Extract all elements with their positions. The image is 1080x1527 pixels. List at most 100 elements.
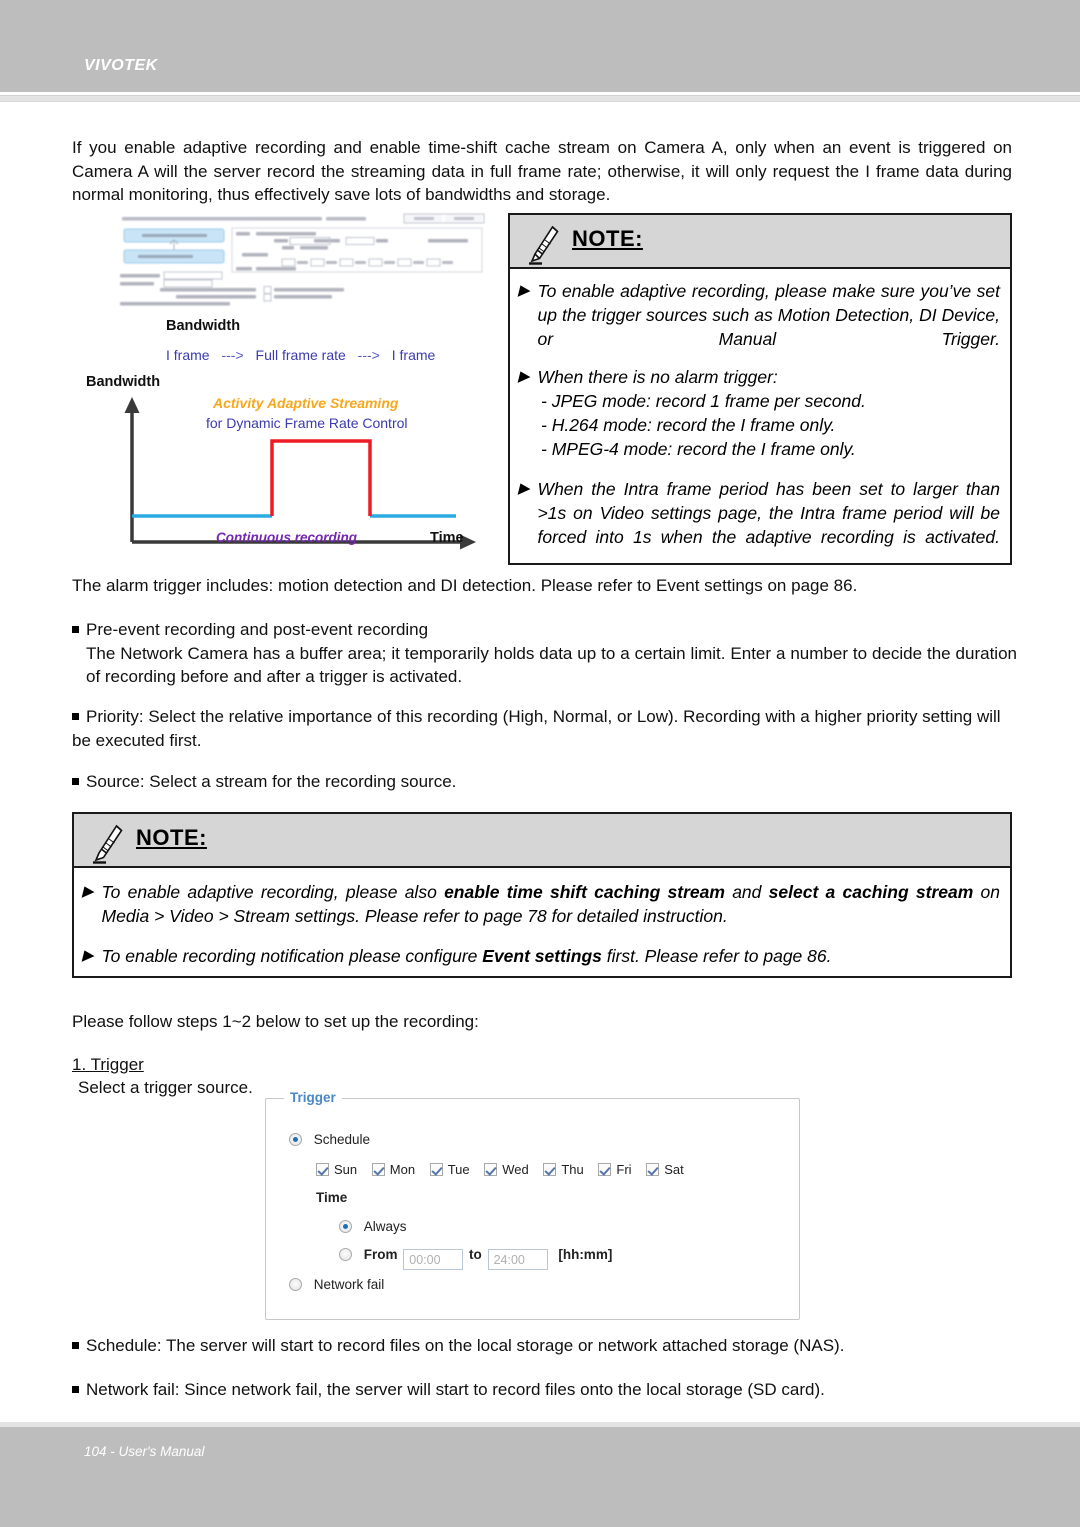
time-section-label: Time xyxy=(316,1190,348,1205)
checkbox-day-fri[interactable]: Fri xyxy=(598,1162,632,1177)
bullet-pre-event-title: Pre-event recording and post-event recor… xyxy=(86,620,429,639)
checkbox-sun-box[interactable] xyxy=(316,1163,329,1176)
radio-network-fail[interactable] xyxy=(289,1278,302,1291)
note-header: NOTE: xyxy=(74,814,1010,868)
frame-seq-arrow-1: ---> xyxy=(221,347,244,363)
checkbox-sun-label: Sun xyxy=(334,1162,358,1177)
bullet-network-fail: Network fail: Since network fail, the se… xyxy=(72,1378,1017,1402)
note-bullet-1-text: To enable adaptive recording, please mak… xyxy=(537,281,1000,349)
adaptive-recording-figure: Bandwidth I frame ---> Full frame rate -… xyxy=(86,212,498,557)
radio-from-row[interactable]: From 00:00 to 24:00 [hh:mm] xyxy=(339,1247,612,1270)
bullet-pre-event-text: The Network Camera has a buffer area; it… xyxy=(86,643,1017,687)
checkbox-mon-box[interactable] xyxy=(371,1163,385,1176)
checkbox-day-wed[interactable]: Wed xyxy=(484,1162,529,1177)
note-title: NOTE: xyxy=(572,226,643,251)
bullet-schedule: Schedule: The server will start to recor… xyxy=(72,1334,1017,1358)
steps-intro: Please follow steps 1~2 below to set up … xyxy=(72,1012,479,1031)
bullet-network-fail-text: Network fail: Since network fail, the se… xyxy=(86,1380,825,1399)
checkbox-day-mon[interactable]: Mon xyxy=(371,1162,415,1177)
note2-bullet-2-part2: first. Please refer to page 86. xyxy=(601,946,832,966)
checkbox-wed-box[interactable] xyxy=(484,1163,498,1176)
radio-always-label: Always xyxy=(363,1219,407,1234)
radio-schedule-row[interactable]: Schedule xyxy=(289,1132,370,1147)
square-bullet-icon xyxy=(72,713,79,720)
step1-title: 1. Trigger xyxy=(72,1055,144,1074)
note2-bullet-2-part1: To enable recording notification please … xyxy=(101,946,483,966)
radio-always-row[interactable]: Always xyxy=(339,1219,407,1234)
bullet-priority-text: Priority: Select the relative importance… xyxy=(72,707,1001,750)
trigger-settings-panel: Trigger Schedule Sun Mon Tue Wed Thu Fri… xyxy=(265,1090,800,1320)
weekday-checkbox-row: Sun Mon Tue Wed Thu Fri Sat xyxy=(316,1162,695,1177)
pencil-icon xyxy=(93,824,123,864)
triangle-bullet-icon: ▶ xyxy=(82,883,94,900)
checkbox-tue-box[interactable] xyxy=(429,1163,443,1176)
from-time-input[interactable]: 00:00 xyxy=(403,1249,464,1270)
frame-seq-middle: Full frame rate xyxy=(255,347,346,363)
note-bullet-2: ▶ When there is no alarm trigger: xyxy=(518,365,1000,389)
note-bullet-3-text: When the Intra frame period has been set… xyxy=(537,479,1000,547)
checkbox-thu-box[interactable] xyxy=(543,1163,557,1176)
page-footer xyxy=(0,1427,1080,1527)
bandwidth-figure-title: Bandwidth xyxy=(166,318,241,334)
checkbox-day-sun[interactable]: Sun xyxy=(316,1162,357,1177)
to-time-input[interactable]: 24:00 xyxy=(487,1249,548,1270)
triangle-bullet-icon: ▶ xyxy=(82,947,94,964)
step1-subtitle: Select a trigger source. xyxy=(78,1078,253,1097)
note-header: NOTE: xyxy=(510,215,1010,269)
note-body: ▶ To enable adaptive recording, please m… xyxy=(510,269,1010,557)
checkbox-sat-box[interactable] xyxy=(646,1163,660,1176)
alarm-trigger-line: The alarm trigger includes: motion detec… xyxy=(72,576,858,595)
note2-bullet-1-part2: and xyxy=(724,882,769,902)
note2-bullet-2-bold1: Event settings xyxy=(482,946,602,966)
frame-seq-arrow-2: ---> xyxy=(357,347,380,363)
note-box-adaptive-recording: NOTE: ▶ To enable adaptive recording, pl… xyxy=(508,213,1012,565)
chart-annotation-continuous-recording: Continuous recording xyxy=(216,530,357,545)
note-bullet-3: ▶ When the Intra frame period has been s… xyxy=(518,477,1000,549)
chart-x-axis-label: Time xyxy=(430,530,464,546)
note-title: NOTE: xyxy=(136,825,207,850)
settings-screenshot-thumbnail xyxy=(114,212,486,307)
radio-from[interactable] xyxy=(339,1248,352,1261)
chart-annotation-frame-rate-control: for Dynamic Frame Rate Control xyxy=(206,415,408,431)
frame-seq-left: I frame xyxy=(166,347,210,363)
bullet-source: Source: Select a stream for the recordin… xyxy=(72,770,1017,794)
note2-bullet-1-bold2: select a caching stream xyxy=(768,882,974,902)
intro-paragraph: If you enable adaptive recording and ena… xyxy=(72,138,1012,204)
triangle-bullet-icon: ▶ xyxy=(518,282,530,299)
square-bullet-icon xyxy=(72,1342,79,1349)
note-subline-mpeg4: - MPEG-4 mode: record the I frame only. xyxy=(541,439,856,459)
checkbox-wed-label: Wed xyxy=(502,1162,529,1177)
chart-annotation-adaptive-streaming: Activity Adaptive Streaming xyxy=(213,395,399,411)
note-bullet-2-text: When there is no alarm trigger: xyxy=(537,367,778,387)
note-body: ▶ To enable adaptive recording, please a… xyxy=(74,868,1010,976)
checkbox-fri-box[interactable] xyxy=(598,1163,612,1176)
bullet-pre-event: Pre-event recording and post-event recor… xyxy=(72,618,1017,689)
radio-always[interactable] xyxy=(339,1220,352,1233)
square-bullet-icon xyxy=(72,626,79,633)
checkbox-tue-label: Tue xyxy=(447,1162,470,1177)
radio-schedule[interactable] xyxy=(289,1133,302,1146)
bullet-source-text: Source: Select a stream for the recordin… xyxy=(86,772,457,791)
frame-sequence-label: I frame ---> Full frame rate ---> I fram… xyxy=(166,347,435,363)
square-bullet-icon xyxy=(72,1386,79,1393)
bullet-schedule-text: Schedule: The server will start to recor… xyxy=(86,1336,845,1355)
checkbox-day-tue[interactable]: Tue xyxy=(429,1162,470,1177)
page-header: VIVOTEK xyxy=(0,0,1080,92)
header-divider xyxy=(0,95,1080,102)
brand-logo: VIVOTEK xyxy=(84,57,158,74)
checkbox-day-thu[interactable]: Thu xyxy=(543,1162,584,1177)
note-subline-h264: - H.264 mode: record the I frame only. xyxy=(541,415,836,435)
checkbox-day-sat[interactable]: Sat xyxy=(646,1162,684,1177)
pencil-icon xyxy=(529,225,559,265)
triangle-bullet-icon: ▶ xyxy=(518,480,530,497)
note2-bullet-1-part1: To enable adaptive recording, please als… xyxy=(101,882,445,902)
page-number-label: 104 - User's Manual xyxy=(84,1444,205,1459)
trigger-fieldset-legend: Trigger xyxy=(284,1090,342,1105)
note-box-caching-stream: NOTE: ▶ To enable adaptive recording, pl… xyxy=(72,812,1012,978)
note-subline-jpeg: - JPEG mode: record 1 frame per second. xyxy=(541,391,866,411)
radio-network-fail-row[interactable]: Network fail xyxy=(289,1277,384,1292)
frame-seq-right: I frame xyxy=(391,347,436,363)
radio-network-fail-label: Network fail xyxy=(313,1277,385,1292)
radio-from-label: From xyxy=(363,1247,398,1262)
radio-schedule-label: Schedule xyxy=(313,1132,371,1147)
